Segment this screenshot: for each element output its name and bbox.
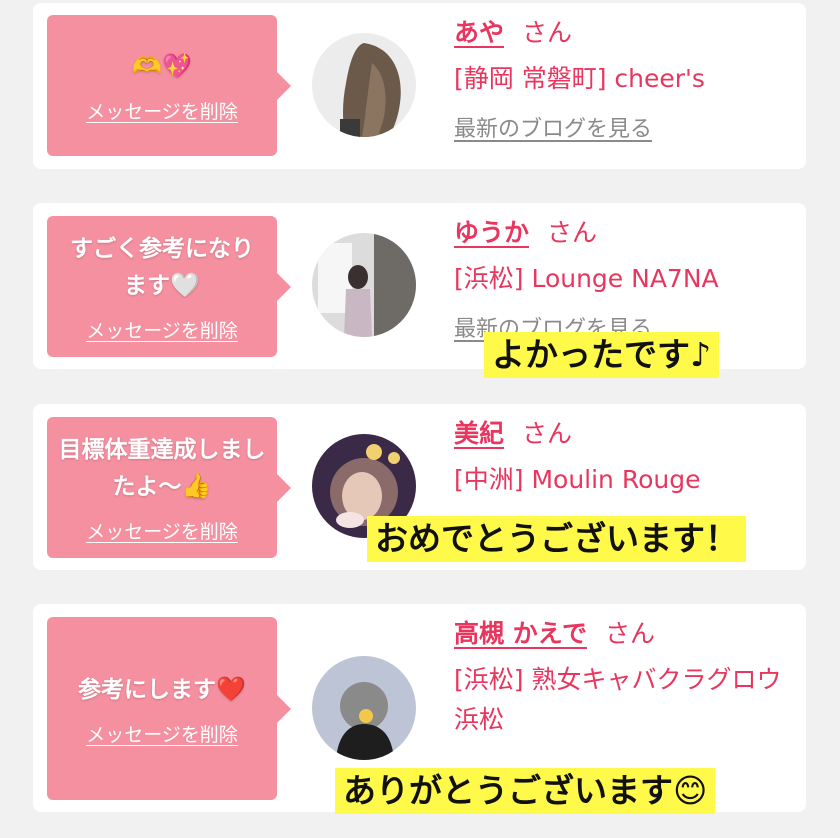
shop-label: [静岡 常磐町] cheer's bbox=[454, 64, 705, 93]
message-text: 🫶💖 bbox=[122, 48, 202, 85]
profile-info: 美紀 さん [中洲] Moulin Rouge bbox=[454, 416, 786, 500]
message-text: 目標体重達成しましたよ〜👍 bbox=[58, 436, 266, 500]
overlay-caption: ありがとうございます😊 bbox=[335, 768, 716, 814]
delete-message-link[interactable]: メッセージを削除 bbox=[86, 316, 238, 343]
avatar[interactable] bbox=[312, 33, 416, 137]
message-card: 🫶💖 メッセージを削除 あや さん [静岡 常磐町] cheer's 最新のブログ… bbox=[33, 3, 806, 169]
delete-message-link[interactable]: メッセージを削除 bbox=[86, 97, 238, 124]
overlay-caption: おめでとうございます！ bbox=[367, 516, 746, 562]
honorific: さん bbox=[604, 619, 655, 648]
message-bubble: 参考にします❤️ メッセージを削除 bbox=[47, 617, 277, 800]
latest-blog-link[interactable]: 最新のブログを見る bbox=[454, 111, 652, 143]
profile-name-link[interactable]: あや bbox=[454, 18, 504, 47]
honorific: さん bbox=[522, 18, 573, 47]
message-emoji: 🫶💖 bbox=[132, 51, 192, 80]
profile-name-link[interactable]: 高槻 かえで bbox=[454, 619, 587, 648]
message-text: 参考にします❤️ bbox=[78, 674, 246, 703]
profile-info: ゆうか さん [浜松] Lounge NA7NA 最新のブログを見る bbox=[454, 215, 786, 343]
honorific: さん bbox=[547, 218, 598, 247]
message-bubble: 目標体重達成しましたよ〜👍 メッセージを削除 bbox=[47, 417, 277, 558]
delete-message-link[interactable]: メッセージを削除 bbox=[86, 720, 238, 747]
message-emoji: ❤️ bbox=[216, 674, 246, 703]
message-emoji: 🤍 bbox=[170, 270, 200, 299]
message-bubble: 🫶💖 メッセージを削除 bbox=[47, 15, 277, 156]
profile-name-link[interactable]: 美紀 bbox=[454, 419, 504, 448]
message-emoji: 👍 bbox=[181, 471, 212, 500]
message-text: すごく参考になります🤍 bbox=[70, 235, 254, 299]
shop-label: [浜松] 熟女キャバクラグロウ 浜松 bbox=[454, 665, 782, 734]
profile-name-link[interactable]: ゆうか bbox=[454, 218, 529, 247]
delete-message-link[interactable]: メッセージを削除 bbox=[86, 517, 238, 544]
message-bubble: すごく参考になります🤍 メッセージを削除 bbox=[47, 216, 277, 357]
profile-info: あや さん [静岡 常磐町] cheer's 最新のブログを見る bbox=[454, 15, 786, 143]
shop-label: [中洲] Moulin Rouge bbox=[454, 465, 701, 494]
honorific: さん bbox=[522, 419, 573, 448]
profile-info: 高槻 かえで さん [浜松] 熟女キャバクラグロウ 浜松 bbox=[454, 616, 786, 740]
overlay-caption: よかったです♪ bbox=[484, 332, 720, 378]
avatar[interactable] bbox=[312, 233, 416, 337]
shop-label: [浜松] Lounge NA7NA bbox=[454, 264, 719, 293]
avatar[interactable] bbox=[312, 656, 416, 760]
